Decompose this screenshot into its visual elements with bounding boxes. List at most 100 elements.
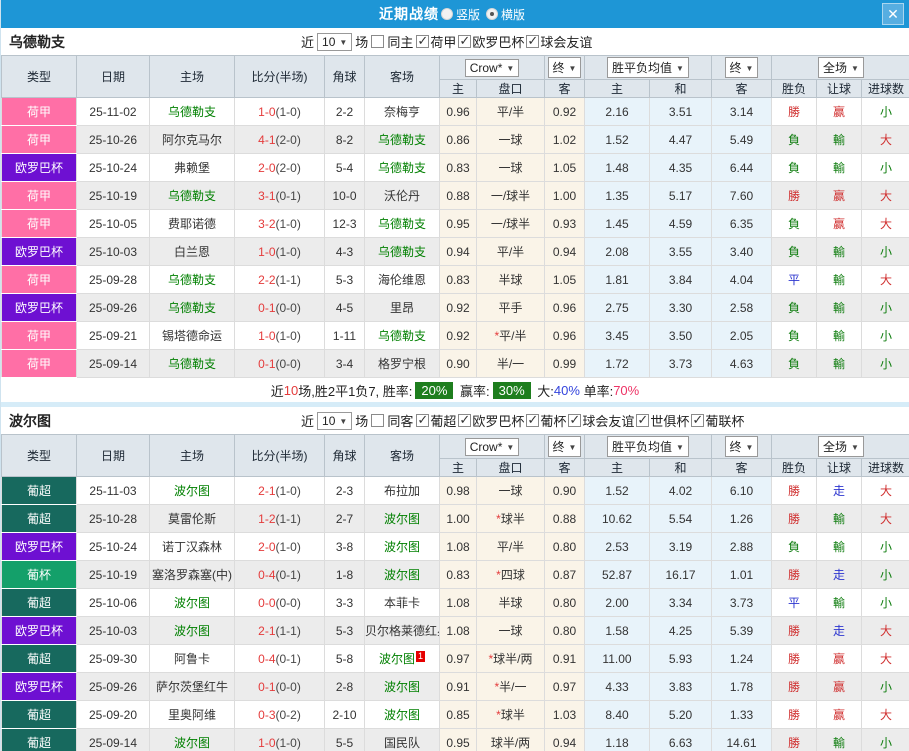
draw-odds: 3.51	[649, 97, 712, 126]
handicap-odds-away: 0.96	[544, 321, 585, 350]
home-team: 弗赖堡	[149, 153, 235, 182]
final-odds-select[interactable]: 终	[547, 57, 582, 78]
match-row: 葡超 25-09-14 波尔图 1-0(1-0) 5-5 国民队 0.95 球半/两 0.94 1…	[1, 728, 909, 751]
league-checkbox[interactable]	[458, 33, 472, 49]
goals-result: 大	[860, 700, 909, 729]
handicap-result: 輸	[816, 237, 862, 266]
handicap-odds-away: 0.92	[544, 97, 585, 126]
results-table: 类型 日期 主场 比分(半场) 角球 客场 Crow* 终 胜平负均值 终 全场…	[1, 434, 909, 751]
match-result: 負	[771, 209, 817, 238]
away-team: 乌德勒支	[364, 209, 440, 238]
summary-segment: 场,胜2平1负7, 胜率:	[298, 383, 413, 399]
same-venue-checkbox[interactable]	[371, 414, 385, 427]
league-checkbox-label: 欧罗巴杯	[472, 414, 525, 429]
lose-odds: 2.58	[711, 293, 772, 322]
match-date: 25-10-19	[76, 560, 150, 589]
match-league: 欧罗巴杯	[1, 293, 77, 322]
match-league: 荷甲	[1, 97, 77, 126]
league-checkbox[interactable]	[458, 412, 472, 428]
goals-result: 小	[860, 349, 909, 378]
match-date: 25-10-26	[76, 125, 150, 154]
final-odds-select2[interactable]: 终	[724, 57, 759, 78]
handicap-result: 輸	[816, 588, 862, 617]
lose-odds: 6.44	[711, 153, 772, 182]
match-row: 葡超 25-10-06 波尔图 0-0(0-0) 3-3 本菲卡 1.08 半球 0.80 2.0…	[1, 588, 909, 617]
odds-company-select[interactable]: Crow*	[464, 437, 520, 456]
handicap-odds-away: 1.05	[544, 153, 585, 182]
near-label: 近	[301, 414, 315, 429]
away-team: 波尔图	[364, 560, 440, 589]
vertical-mode-label: 竖版	[455, 7, 480, 22]
match-result: 勝	[771, 700, 817, 729]
league-checkbox[interactable]	[526, 412, 540, 428]
corner-score: 3-8	[324, 532, 365, 561]
scope-select[interactable]: 全场	[818, 57, 864, 78]
win-odds: 1.58	[584, 616, 650, 645]
match-league: 荷甲	[1, 321, 77, 350]
avg-odds-select[interactable]: 胜平负均值	[607, 57, 689, 78]
games-count-select[interactable]: 10	[317, 411, 353, 430]
odds-company-select[interactable]: Crow*	[464, 58, 520, 77]
same-venue-checkbox[interactable]	[371, 35, 385, 48]
handicap-odds-home: 0.83	[439, 265, 477, 294]
horizontal-mode-radio[interactable]	[486, 8, 498, 20]
match-score: 3-1(0-1)	[234, 181, 325, 210]
draw-odds: 3.73	[649, 349, 712, 378]
final-odds-select[interactable]: 终	[547, 436, 582, 457]
handicap-result: 走	[816, 616, 862, 645]
handicap-odds-away: 0.91	[544, 644, 585, 673]
sub-draw: 和	[649, 458, 712, 477]
league-checkbox[interactable]	[691, 412, 705, 428]
match-score: 0-4(0-1)	[234, 560, 325, 589]
match-date: 25-10-28	[76, 504, 150, 533]
sub-handicap: 盘口	[476, 79, 545, 98]
match-result: 平	[771, 265, 817, 294]
handicap-odds-home: 0.97	[439, 644, 477, 673]
draw-odds: 4.02	[649, 476, 712, 505]
goals-result: 小	[860, 237, 909, 266]
match-score: 0-3(0-2)	[234, 700, 325, 729]
league-checkbox[interactable]	[526, 33, 540, 49]
league-checkbox[interactable]	[416, 33, 430, 49]
handicap-odds-home: 0.92	[439, 293, 477, 322]
match-row: 荷甲 25-09-28 乌德勒支 2-2(1-1) 5-3 海伦维恩 0.83 半球 1.05 1…	[1, 265, 909, 294]
match-row: 荷甲 25-09-14 乌德勒支 0-1(0-0) 3-4 格罗宁根 0.90 半/一 0.99…	[1, 349, 909, 378]
match-date: 25-11-02	[76, 97, 150, 126]
lose-odds: 1.78	[711, 672, 772, 701]
vertical-mode-radio[interactable]	[440, 8, 453, 20]
match-score: 1-0(1-0)	[234, 97, 325, 126]
league-checkbox-label: 世俱杯	[650, 414, 690, 429]
win-odds: 2.53	[584, 532, 650, 561]
filter-bar: 波尔图 近 10 场 同客 葡超欧罗巴杯葡杯球会友谊世俱杯葡联杯	[1, 407, 909, 434]
match-row: 荷甲 25-09-21 锡塔德命运 1-0(1-0) 1-11 乌德勒支 0.92 *平/半 0…	[1, 321, 909, 350]
avg-odds-select[interactable]: 胜平负均值	[607, 436, 689, 457]
draw-odds: 5.93	[649, 644, 712, 673]
league-checkbox[interactable]	[568, 412, 582, 428]
handicap-line: *球半	[476, 700, 545, 729]
scope-select[interactable]: 全场	[818, 436, 864, 457]
goals-result: 小	[860, 532, 909, 561]
handicap-line: 一球	[476, 125, 545, 154]
league-checkbox-label: 荷甲	[430, 35, 457, 50]
corner-score: 2-10	[324, 700, 365, 729]
away-team: 贝尔格莱德红星	[364, 616, 440, 645]
league-checkbox[interactable]	[636, 412, 650, 428]
match-result: 負	[771, 532, 817, 561]
handicap-odds-away: 1.05	[544, 265, 585, 294]
lose-odds: 3.73	[711, 588, 772, 617]
sub-home: 主	[439, 79, 477, 98]
handicap-result: 輸	[816, 265, 862, 294]
match-league: 葡杯	[1, 560, 77, 589]
match-date: 25-10-24	[76, 153, 150, 182]
away-team: 海伦维恩	[364, 265, 440, 294]
handicap-odds-home: 0.85	[439, 700, 477, 729]
league-checkbox-label: 葡超	[430, 414, 457, 429]
handicap-odds-home: 0.94	[439, 237, 477, 266]
corner-score: 1-11	[324, 321, 365, 350]
close-icon[interactable]	[882, 3, 904, 25]
league-checkbox[interactable]	[416, 412, 430, 428]
final-odds-select2[interactable]: 终	[724, 436, 759, 457]
sub-draw: 和	[649, 79, 712, 98]
team-name: 波尔图	[9, 412, 51, 429]
games-count-select[interactable]: 10	[317, 32, 353, 51]
